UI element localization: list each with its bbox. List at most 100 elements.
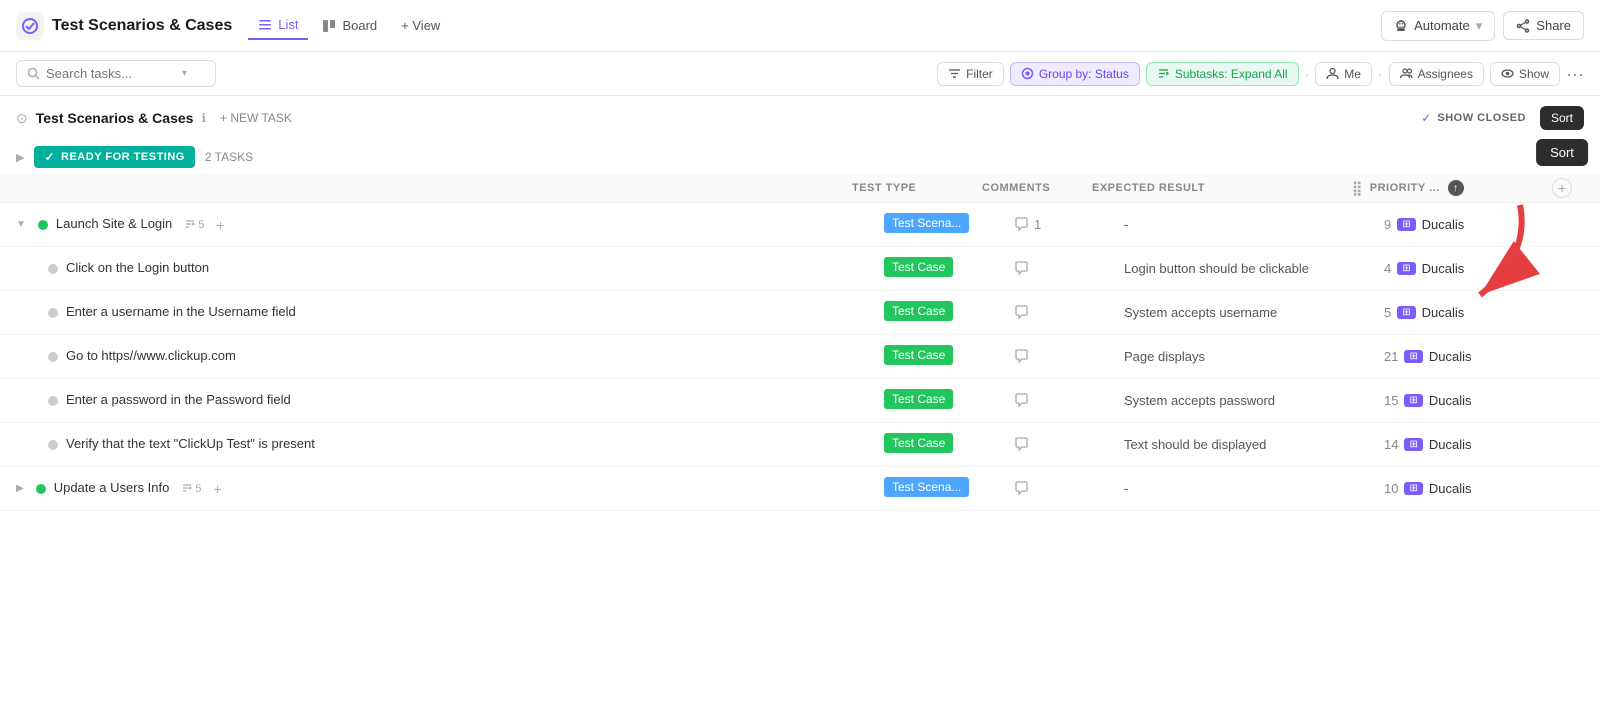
comments-cell (1014, 437, 1124, 452)
priority-tag: ⊞ (1404, 394, 1422, 407)
task-name-text: Launch Site & Login (56, 215, 172, 233)
info-icon[interactable]: ℹ (201, 111, 206, 125)
header-nav: List Board + View (248, 11, 450, 40)
comment-icon (1014, 481, 1029, 496)
collapse-icon[interactable]: ⊙ (16, 110, 28, 127)
test-type-tag: Test Case (884, 301, 953, 321)
automate-dropdown-icon: ▾ (1476, 18, 1483, 34)
col-comments-header[interactable]: COMMENTS (982, 182, 1092, 194)
comments-cell: 1 (1014, 217, 1124, 232)
app-logo (16, 12, 44, 40)
comment-icon (1014, 261, 1029, 276)
add-column-button[interactable]: + (1552, 178, 1572, 198)
priority-cell: 21 ⊞ Ducalis (1384, 349, 1584, 364)
test-type-cell: Test Scena... (884, 213, 1014, 236)
test-type-cell: Test Case (884, 389, 1014, 412)
page-wrapper: Test Scenarios & Cases List Board + View… (0, 0, 1600, 705)
nav-list[interactable]: List (248, 11, 308, 40)
table-row: Enter a password in the Password field T… (0, 379, 1600, 423)
nav-board[interactable]: Board (312, 12, 387, 39)
test-type-cell: Test Case (884, 257, 1014, 280)
automate-button[interactable]: Automate ▾ (1381, 11, 1495, 41)
task-status-dot (48, 352, 58, 362)
comments-cell (1014, 349, 1124, 364)
project-title: Test Scenarios & Cases (52, 17, 232, 35)
comments-cell (1014, 481, 1124, 496)
table-row: Enter a username in the Username field T… (0, 291, 1600, 335)
expected-result-cell: System accepts username (1124, 305, 1384, 320)
test-type-tag: Test Scena... (884, 213, 969, 233)
priority-sort-icon[interactable]: ↑ (1448, 180, 1464, 196)
expected-result-cell: - (1124, 481, 1384, 496)
robot-icon (1394, 19, 1408, 33)
task-name-cell: ▼ Launch Site & Login 5 + (16, 215, 884, 233)
col-expected-header[interactable]: EXPECTED RESULT (1092, 182, 1352, 194)
share-button[interactable]: Share (1503, 11, 1584, 40)
status-group-header: ▶ ✓ READY FOR TESTING 2 TASKS (0, 140, 1600, 174)
task-name-cell: ▶ Update a Users Info 5 + (16, 479, 884, 497)
assignees-button[interactable]: Assignees (1389, 62, 1484, 86)
test-type-tag: Test Case (884, 433, 953, 453)
new-task-button[interactable]: + NEW TASK (214, 109, 298, 127)
task-name-cell: Enter a username in the Username field (48, 303, 884, 321)
status-collapse-icon[interactable]: ▶ (16, 151, 24, 164)
filter-button[interactable]: Filter (937, 62, 1004, 86)
show-closed-toggle[interactable]: ✓ SHOW CLOSED Sort Sort (1421, 106, 1584, 130)
subtask-count: 5 (181, 483, 201, 495)
expand-arrow-icon[interactable]: ▶ (16, 483, 24, 494)
subtasks-icon (1157, 67, 1170, 80)
priority-tag: ⊞ (1397, 262, 1415, 275)
test-type-cell: Test Scena... (884, 477, 1014, 500)
priority-cell: 10 ⊞ Ducalis (1384, 481, 1584, 496)
assignees-icon (1400, 67, 1413, 80)
task-name-cell: Click on the Login button (48, 259, 884, 277)
board-icon (322, 19, 336, 33)
col-test-type-header[interactable]: TEST TYPE (852, 182, 982, 194)
group-by-button[interactable]: Group by: Status (1010, 62, 1140, 86)
filter-icon (948, 67, 961, 80)
task-status-dot (48, 264, 58, 274)
eye-icon (1501, 67, 1514, 80)
sort-tooltip-container: Sort Sort (1540, 106, 1584, 130)
task-count: 2 TASKS (205, 150, 253, 164)
header-right: Automate ▾ Share (1381, 11, 1584, 41)
subtasks-button[interactable]: Subtasks: Expand All (1146, 62, 1299, 86)
comment-icon (1014, 349, 1029, 364)
share-icon (1516, 19, 1530, 33)
task-status-dot (48, 440, 58, 450)
app-header: Test Scenarios & Cases List Board + View… (0, 0, 1600, 52)
comments-cell (1014, 393, 1124, 408)
toolbar-separator-2: · (1378, 66, 1383, 82)
col-priority-header[interactable]: ⣿ PRIORITY ... ↑ (1352, 180, 1552, 197)
table-row: Verify that the text "ClickUp Test" is p… (0, 423, 1600, 467)
task-name-cell: Verify that the text "ClickUp Test" is p… (48, 435, 884, 453)
add-subtask-icon[interactable]: + (216, 217, 224, 233)
test-type-tag: Test Case (884, 345, 953, 365)
project-header: ⊙ Test Scenarios & Cases ℹ + NEW TASK ✓ … (0, 96, 1600, 140)
comment-icon (1014, 305, 1029, 320)
sort-button[interactable]: Sort (1540, 106, 1584, 130)
more-options-icon[interactable]: ··· (1566, 65, 1584, 83)
table-row: ▼ Launch Site & Login 5 + Test Scena... … (0, 203, 1600, 247)
toolbar: ▾ Filter Group by: Status Subtasks: Expa… (0, 52, 1600, 96)
table-row: Click on the Login button Test Case Logi… (0, 247, 1600, 291)
test-type-cell: Test Case (884, 433, 1014, 456)
priority-tag: ⊞ (1404, 350, 1422, 363)
search-input[interactable] (46, 66, 176, 81)
search-dropdown-icon[interactable]: ▾ (182, 68, 187, 79)
add-view-btn[interactable]: + View (391, 12, 450, 39)
search-box[interactable]: ▾ (16, 60, 216, 87)
status-check-icon: ✓ (44, 150, 55, 164)
priority-cell: 9 ⊞ Ducalis (1384, 217, 1584, 232)
me-button[interactable]: Me (1315, 62, 1372, 86)
test-type-cell: Test Case (884, 345, 1014, 368)
task-status-dot (48, 396, 58, 406)
add-subtask-icon[interactable]: + (213, 481, 221, 497)
task-status-dot (48, 308, 58, 318)
expand-arrow-icon[interactable]: ▼ (16, 219, 26, 230)
comments-cell (1014, 305, 1124, 320)
priority-cell: 4 ⊞ Ducalis (1384, 261, 1584, 276)
status-badge: ✓ READY FOR TESTING (34, 146, 194, 168)
show-button[interactable]: Show (1490, 62, 1560, 86)
expected-result-cell: Text should be displayed (1124, 437, 1384, 452)
